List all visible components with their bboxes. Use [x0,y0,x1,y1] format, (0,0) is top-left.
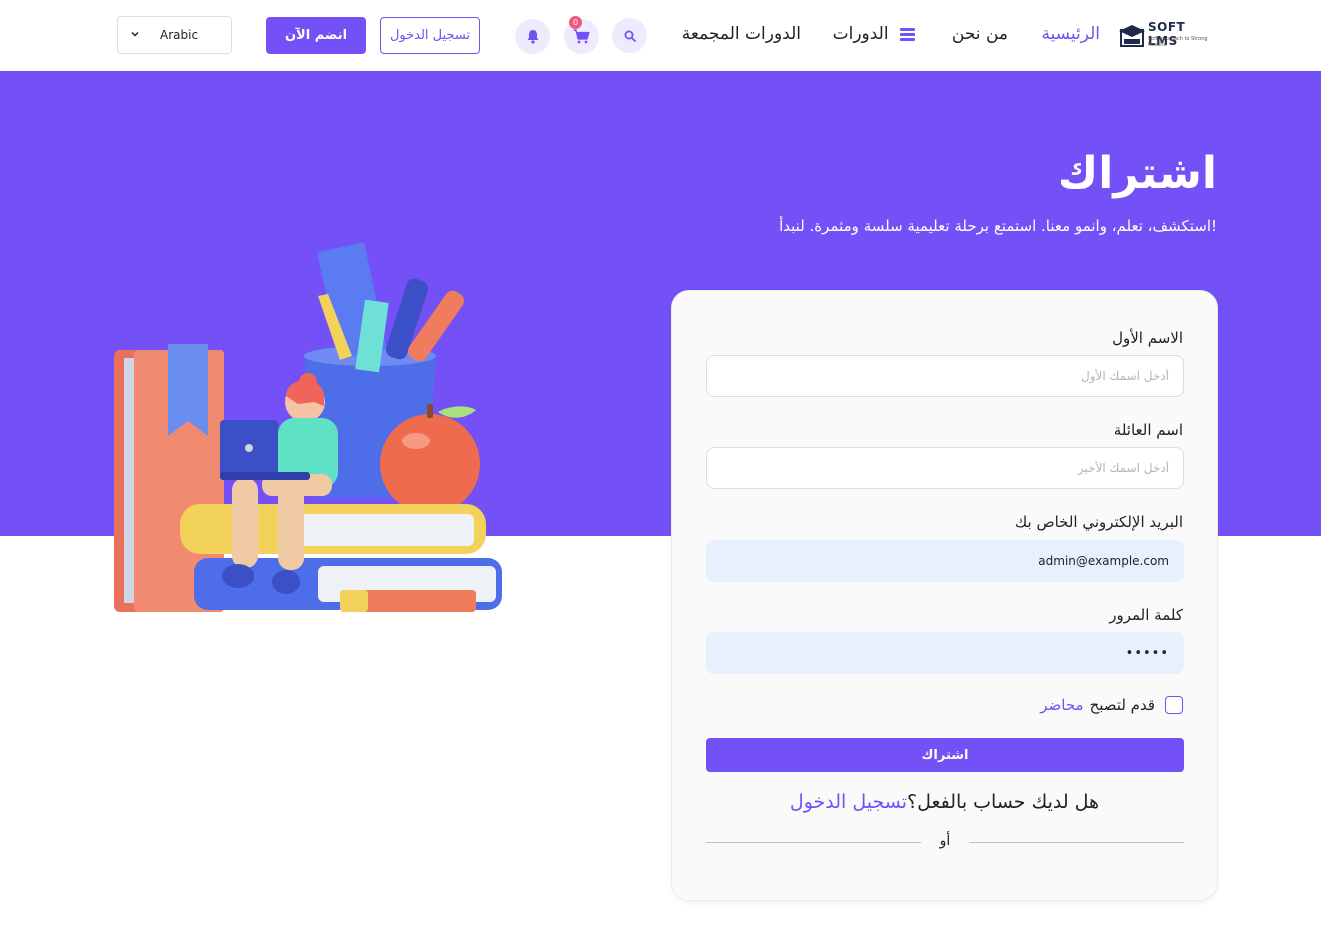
nav-about[interactable]: من نحن [952,24,1008,44]
login-button[interactable]: تسجيل الدخول [380,17,480,54]
divider-right [969,842,1184,843]
instructor-text: قدم لتصبح [1089,696,1155,714]
logo[interactable]: SOFT LMS Soft approach to Strong Results [1118,20,1208,52]
first-name-label: الاسم الأول [1112,329,1183,347]
last-name-label: اسم العائلة [1113,421,1183,439]
cart-button[interactable]: 0 [564,16,599,54]
notifications-button[interactable] [515,19,550,54]
email-field[interactable] [706,540,1184,582]
instructor-link[interactable]: محاضر [1040,696,1083,714]
nav-courses[interactable]: الدورات [833,24,915,44]
email-label: البريد الإلكتروني الخاص بك [1014,513,1183,531]
last-name-field[interactable] [706,447,1184,489]
menu-icon [900,28,915,41]
signup-form-card: الاسم الأول اسم العائلة البريد الإلكترون… [671,290,1218,901]
nav-courses-label: الدورات [832,24,889,44]
login-link[interactable]: تسجيل الدخول [790,791,907,813]
chevron-down-icon [131,31,139,37]
cart-icon [573,29,590,44]
logo-tagline: Soft approach to Strong Results [1148,36,1208,48]
nav-home[interactable]: الرئيسية [1041,24,1100,44]
instructor-apply-row: قدم لتصبح محاضر [1040,696,1183,714]
signup-submit-button[interactable]: اشتراك [706,738,1184,772]
join-now-button[interactable]: انضم الآن [266,17,366,54]
navbar: SOFT LMS Soft approach to Strong Results… [0,0,1321,71]
nav-bundles[interactable]: الدورات المجمعة [682,24,801,44]
have-account-text: هل لديك حساب بالفعل؟ [907,791,1100,813]
password-label: كلمة المرور [1109,606,1183,624]
first-name-field[interactable] [706,355,1184,397]
instructor-checkbox[interactable] [1165,696,1183,714]
page-subtitle: استكشف، تعلم، وانمو معنا. استمتع برحلة ت… [779,217,1217,235]
search-icon [624,30,636,42]
page-title: اشتراك [1057,148,1217,199]
password-field[interactable] [706,632,1184,674]
student-books-illustration [114,242,502,612]
graduation-cap-icon [1119,25,1145,47]
search-button[interactable] [612,18,647,53]
cart-count-badge: 0 [569,16,582,29]
or-separator: أو [939,833,951,849]
language-select[interactable]: Arabic [117,16,232,54]
have-account-row: هل لديك حساب بالفعل؟تسجيل الدخول [672,791,1217,813]
divider-left [706,842,921,843]
language-value: Arabic [160,28,199,42]
bell-icon [527,30,538,44]
